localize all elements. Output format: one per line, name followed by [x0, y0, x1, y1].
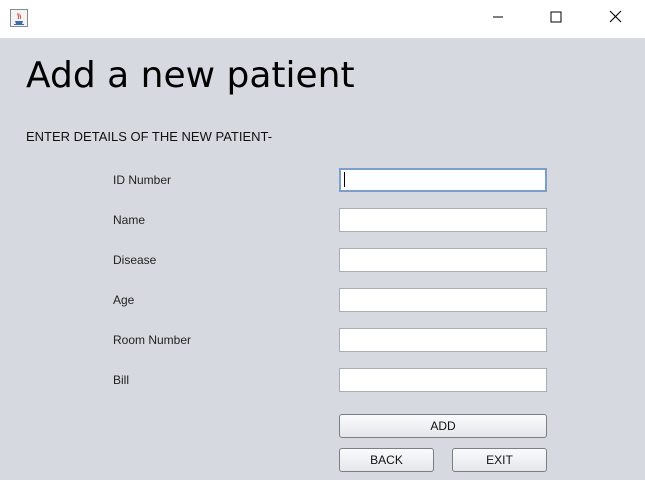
close-button[interactable]: [586, 0, 644, 38]
close-icon: [609, 10, 622, 28]
java-app-icon: [10, 9, 28, 27]
maximize-icon: [550, 10, 562, 28]
name-label: Name: [113, 213, 146, 227]
add-button[interactable]: ADD: [339, 414, 547, 438]
text-caret: [344, 172, 345, 187]
name-field[interactable]: [339, 208, 547, 232]
minimize-button[interactable]: [469, 0, 527, 38]
page-title: Add a new patient: [26, 55, 355, 96]
age-label: Age: [113, 293, 135, 307]
back-button[interactable]: BACK: [339, 448, 434, 472]
app-window: Add a new patient ENTER DETAILS OF THE N…: [0, 0, 645, 480]
age-field[interactable]: [339, 288, 547, 312]
exit-button[interactable]: EXIT: [452, 448, 547, 472]
maximize-button[interactable]: [527, 0, 585, 38]
room-number-label: Room Number: [113, 333, 192, 347]
id-number-field[interactable]: [339, 168, 547, 192]
form-panel: Add a new patient ENTER DETAILS OF THE N…: [0, 38, 645, 480]
disease-field[interactable]: [339, 248, 547, 272]
room-number-field[interactable]: [339, 328, 547, 352]
bill-field[interactable]: [339, 368, 547, 392]
minimize-icon: [492, 10, 504, 28]
form-instructions: ENTER DETAILS OF THE NEW PATIENT-: [26, 129, 273, 144]
id-number-label: ID Number: [113, 173, 172, 187]
title-bar[interactable]: [0, 0, 645, 38]
bill-label: Bill: [113, 373, 130, 387]
disease-label: Disease: [113, 253, 157, 267]
